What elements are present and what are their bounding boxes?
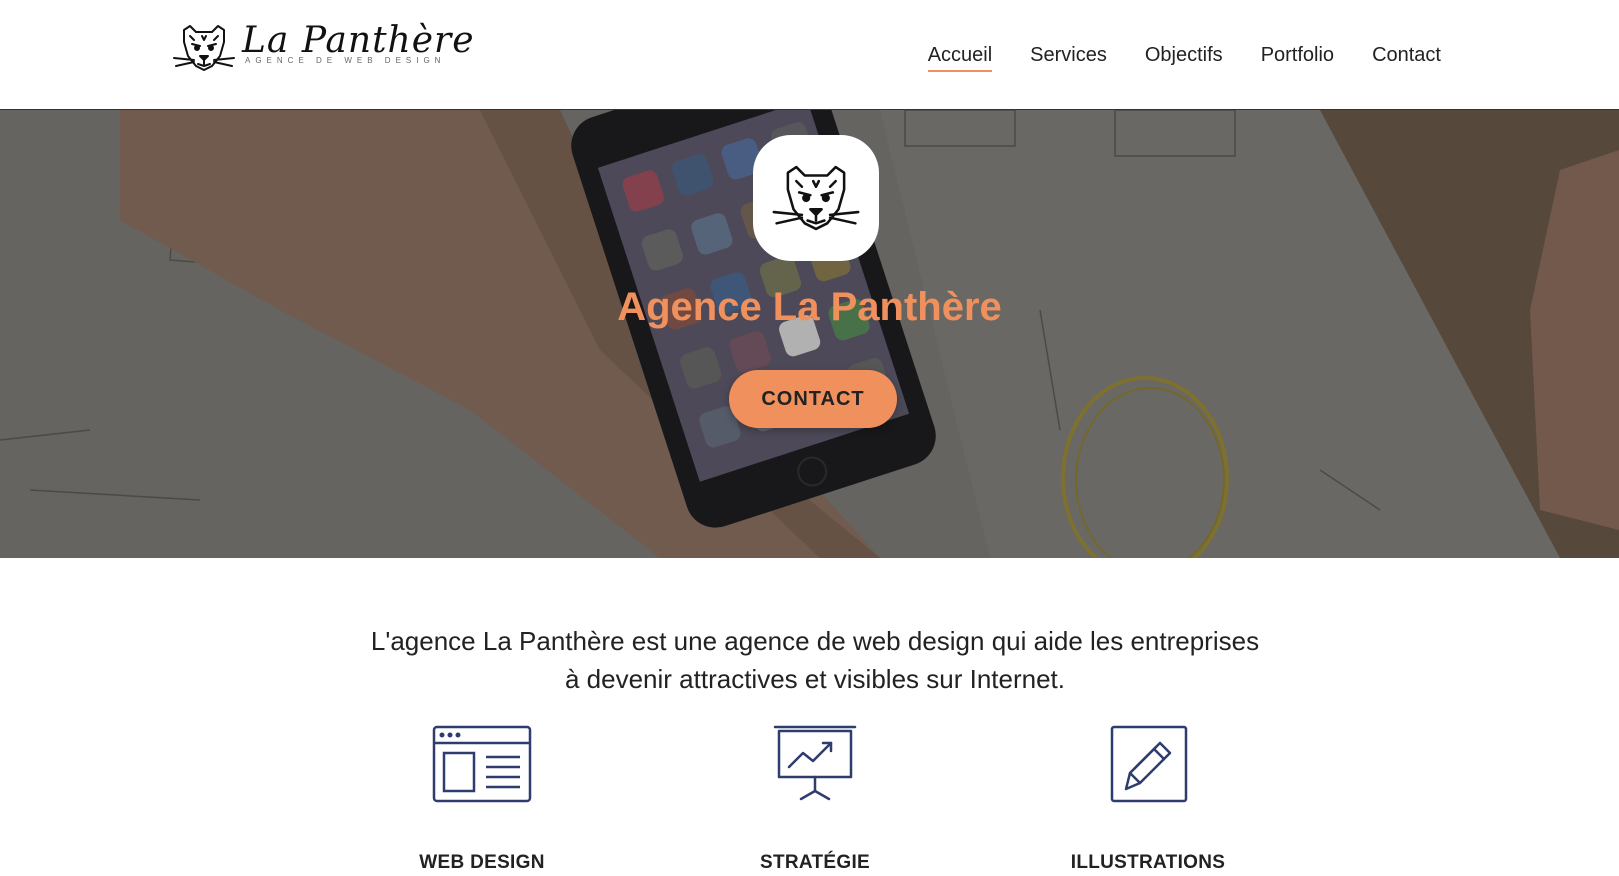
nav-item-objectifs[interactable]: Objectifs — [1145, 44, 1223, 72]
hero-banner: Agence La Panthère CONTACT — [0, 110, 1619, 558]
service-label: STRATÉGIE — [759, 852, 871, 873]
hero-title: Agence La Panthère — [617, 285, 1002, 329]
service-label: WEB DESIGN — [419, 852, 545, 873]
site-logo[interactable]: La Panthère AGENCE DE WEB DESIGN — [172, 20, 474, 76]
intro-line-2: à devenir attractives et visibles sur In… — [564, 664, 1065, 694]
service-label: ILLUSTRATIONS — [1070, 852, 1226, 873]
panther-head-icon — [772, 165, 860, 231]
nav-item-contact[interactable]: Contact — [1372, 44, 1441, 72]
hero-logo-badge — [753, 135, 879, 261]
service-web-design[interactable]: WEB DESIGN — [362, 725, 602, 873]
intro-text: L'agence La Panthère est une agence de w… — [300, 622, 1330, 698]
site-header: La Panthère AGENCE DE WEB DESIGN Accueil… — [0, 0, 1619, 110]
logo-tagline: AGENCE DE WEB DESIGN — [245, 56, 446, 65]
contact-button[interactable]: CONTACT — [729, 370, 897, 428]
nav-item-portfolio[interactable]: Portfolio — [1261, 44, 1334, 72]
nav-item-services[interactable]: Services — [1030, 44, 1107, 72]
presentation-chart-icon — [773, 725, 857, 801]
main-nav: Accueil Services Objectifs Portfolio Con… — [927, 44, 1441, 72]
service-illustrations[interactable]: ILLUSTRATIONS — [1028, 725, 1268, 873]
intro-line-1: L'agence La Panthère est une agence de w… — [370, 626, 1260, 656]
logo-title: La Panthère — [242, 20, 475, 61]
panther-head-icon — [173, 25, 235, 71]
service-strategie[interactable]: STRATÉGIE — [695, 725, 935, 873]
nav-item-accueil[interactable]: Accueil — [927, 44, 993, 72]
browser-window-icon — [432, 725, 532, 803]
pencil-square-icon — [1110, 725, 1188, 803]
